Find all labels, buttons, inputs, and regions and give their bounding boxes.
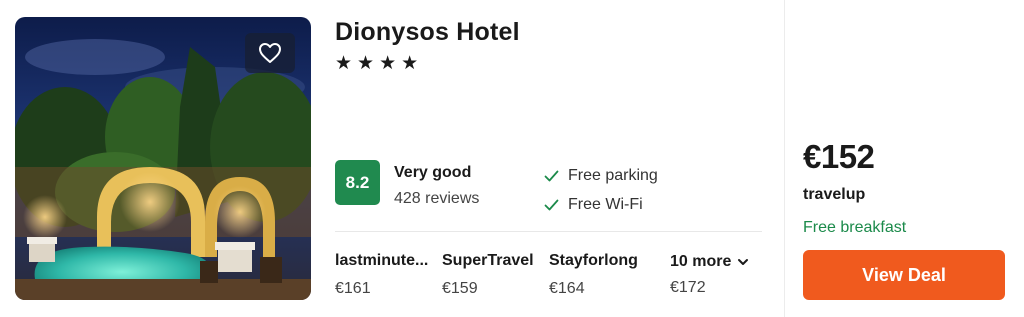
chevron-down-icon (738, 259, 749, 265)
checkmark-icon (544, 168, 560, 184)
amenity-label: Free parking (568, 167, 658, 184)
heart-outline-icon (259, 43, 281, 63)
more-providers-price: €172 (670, 279, 706, 296)
deal-perk: Free breakfast (803, 219, 907, 236)
deal-provider: travelup (803, 186, 866, 203)
star-icon: ★ (357, 53, 375, 74)
more-providers-label: 10 more (670, 253, 732, 270)
hotel-photo[interactable] (15, 17, 311, 300)
star-icon: ★ (401, 53, 419, 74)
provider-option[interactable]: Stayforlong €164 (549, 252, 638, 298)
section-divider (335, 231, 762, 232)
review-score-badge: 8.2 (335, 160, 380, 205)
checkmark-icon (544, 197, 560, 213)
view-deal-button[interactable]: View Deal (803, 250, 1005, 300)
favorite-button[interactable] (245, 33, 295, 73)
provider-option[interactable]: lastminute... €161 (335, 252, 428, 298)
hotel-result-card[interactable]: Dionysos Hotel ★ ★ ★ ★ 8.2 Very good 428… (0, 0, 1024, 317)
column-divider (784, 0, 785, 317)
star-rating: ★ ★ ★ ★ (335, 54, 418, 74)
provider-price: €159 (442, 280, 478, 297)
provider-option[interactable]: SuperTravel €159 (442, 252, 534, 298)
hotel-name[interactable]: Dionysos Hotel (335, 18, 520, 47)
amenity-label: Free Wi-Fi (568, 196, 643, 213)
deal-price: €152 (803, 138, 875, 175)
amenity-free-wifi: Free Wi-Fi (544, 196, 643, 214)
provider-name: lastminute... (335, 252, 429, 269)
star-icon: ★ (379, 53, 397, 74)
amenity-free-parking: Free parking (544, 167, 658, 185)
provider-name: Stayforlong (549, 252, 638, 269)
provider-price: €161 (335, 280, 371, 297)
rating-label: Very good (394, 164, 472, 181)
star-icon: ★ (335, 53, 353, 74)
provider-price: €164 (549, 280, 585, 297)
review-count[interactable]: 428 reviews (394, 190, 479, 208)
more-providers-dropdown[interactable]: 10 more (670, 253, 749, 271)
provider-name: SuperTravel (442, 252, 534, 269)
